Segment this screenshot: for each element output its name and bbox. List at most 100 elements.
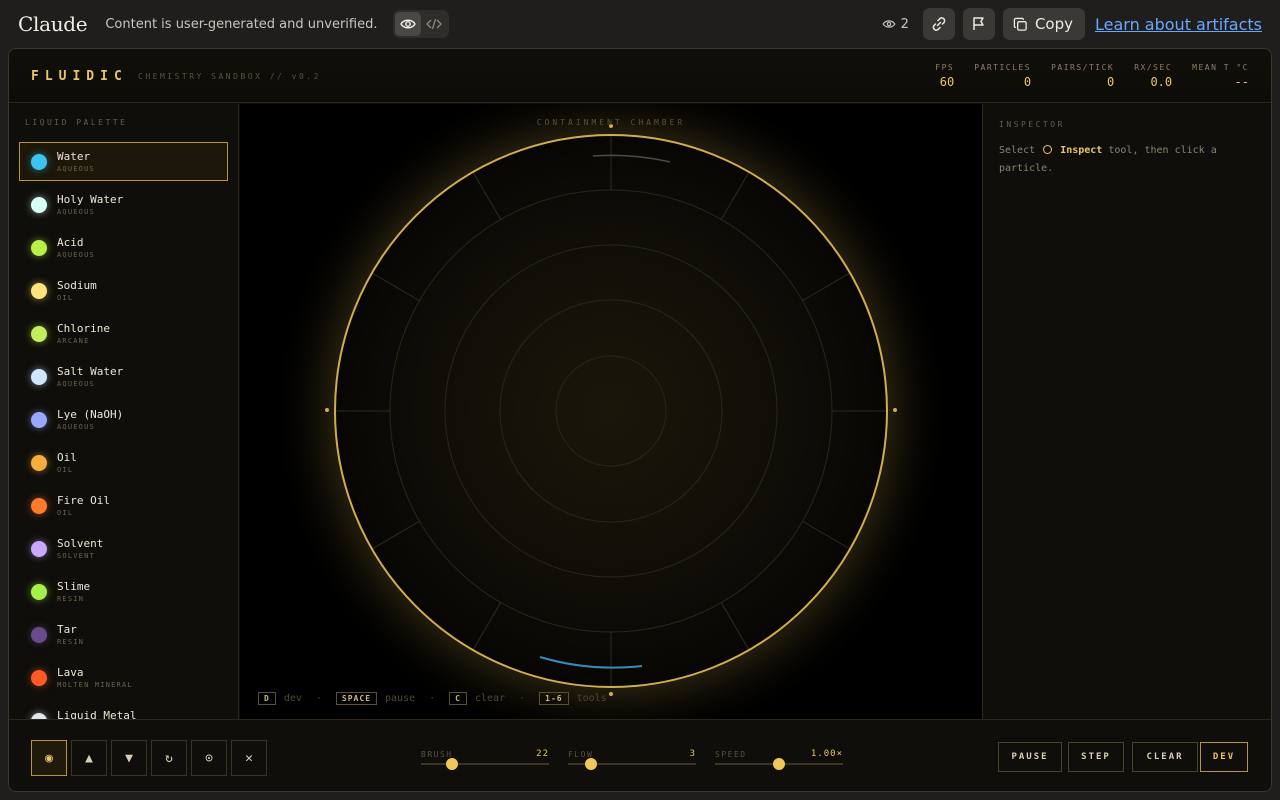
key-cap: SPACE: [335, 692, 378, 705]
liquid-name: Tar: [57, 623, 77, 636]
liquid-type: OIL: [57, 509, 74, 517]
stat-label: PAIRS/TICK: [1051, 63, 1115, 72]
slider-label: BRUSH: [421, 750, 453, 759]
liquid-color-swatch: [31, 455, 47, 471]
link-icon[interactable]: [922, 8, 955, 40]
liquid-item-0[interactable]: Water AQUEOUS: [19, 142, 228, 181]
liquid-item-11[interactable]: Tar RESIN: [19, 615, 228, 654]
stat-value: 60: [939, 75, 955, 89]
liquid-name: Sodium: [57, 279, 97, 292]
slider-track[interactable]: [421, 763, 549, 765]
cool-icon[interactable]: ▼: [111, 740, 147, 776]
liquid-color-swatch: [31, 584, 47, 600]
stat-label: PARTICLES: [974, 63, 1032, 72]
stat-2: PAIRS/TICK 0: [1051, 63, 1114, 89]
slider-thumb[interactable]: [446, 758, 458, 770]
unverified-notice: Content is user-generated and unverified…: [105, 16, 378, 32]
stat-1: PARTICLES 0: [974, 63, 1031, 89]
pour-icon[interactable]: ◉: [31, 740, 67, 776]
liquid-name: Water: [57, 150, 91, 163]
views-eye-icon: [882, 20, 896, 28]
slider-value: 22: [536, 749, 549, 759]
liquid-item-12[interactable]: Lava MOLTEN MINERAL: [19, 658, 228, 697]
stat-4: MEAN T °C --: [1192, 63, 1249, 89]
stat-3: RX/SEC 0.0: [1134, 63, 1172, 89]
slider-value: 1.00×: [810, 749, 843, 759]
liquid-type: OIL: [57, 294, 74, 302]
stat-value: 0: [1023, 75, 1032, 89]
liquid-color-swatch: [31, 283, 47, 299]
liquid-color-swatch: [31, 627, 47, 643]
stir-icon[interactable]: ↻: [151, 740, 187, 776]
containment-chamber[interactable]: CONTAINMENT CHAMBER Ddev · SPACE pause · Ccle…: [240, 104, 982, 719]
liquid-color-swatch: [31, 240, 47, 256]
slider-thumb[interactable]: [585, 758, 597, 770]
preview-eye-icon[interactable]: [395, 12, 422, 36]
key-cap: C: [449, 692, 467, 705]
step-button[interactable]: STEP: [1068, 742, 1124, 772]
liquid-name: Fire Oil: [57, 494, 110, 507]
code-view-icon[interactable]: [421, 12, 447, 36]
key-cap: 1-6: [539, 692, 569, 705]
hint-separator: ·: [429, 693, 436, 704]
stats-panel: FPS 60 PARTICLES 0 PAIRS/TICK 0 RX/SEC 0.0 MEAN …: [935, 63, 1249, 89]
liquid-item-13[interactable]: Liquid Metal: [19, 701, 228, 719]
palette-title: LIQUID PALETTE: [25, 118, 128, 127]
liquid-name: Chlorine: [57, 322, 110, 335]
bottom-toolbar: ◉ ▲ ▼ ↻ ⊙ ✕ BRUSH 22 FLOW 3 SPEED 1.00× PAUSE STEP C…: [9, 719, 1271, 791]
app-logo: FLUIDIC: [31, 69, 128, 84]
liquid-type: ARCANE: [57, 337, 90, 345]
liquid-color-swatch: [31, 498, 47, 514]
inspect-ring-icon: [1043, 145, 1053, 154]
liquid-item-8[interactable]: Fire Oil OIL: [19, 486, 228, 525]
liquid-item-7[interactable]: Oil OIL: [19, 443, 228, 482]
slider-label: SPEED: [715, 750, 747, 759]
liquid-type: AQUEOUS: [57, 251, 95, 259]
view-count: 2: [900, 16, 909, 32]
inspector-tool-name: Inspect: [1060, 145, 1103, 156]
hint-separator: ·: [519, 693, 526, 704]
chamber-title: CONTAINMENT CHAMBER: [536, 118, 686, 127]
flag-icon[interactable]: [962, 8, 995, 40]
inspect-icon[interactable]: ⊙: [191, 740, 227, 776]
heat-icon[interactable]: ▲: [71, 740, 107, 776]
dev-button[interactable]: DEV: [1200, 742, 1248, 772]
key-label: dev: [283, 693, 302, 704]
learn-artifacts-link[interactable]: Learn about artifacts: [1095, 15, 1262, 34]
pause-button[interactable]: PAUSE: [998, 742, 1062, 772]
clear-button[interactable]: CLEAR: [1132, 742, 1198, 772]
liquid-item-1[interactable]: Holy Water AQUEOUS: [19, 185, 228, 224]
liquid-item-5[interactable]: Salt Water AQUEOUS: [19, 357, 228, 396]
liquid-type: SOLVENT: [57, 552, 95, 560]
liquid-color-swatch: [31, 670, 47, 686]
key-label: pause: [385, 693, 416, 704]
stat-value: 0: [1107, 75, 1115, 89]
liquid-item-10[interactable]: Slime RESIN: [19, 572, 228, 611]
hint-separator: ·: [315, 693, 322, 704]
liquid-type: AQUEOUS: [57, 380, 95, 388]
liquid-color-swatch: [31, 412, 47, 428]
inspector-title: INSPECTOR: [999, 120, 1065, 129]
erase-icon[interactable]: ✕: [231, 740, 267, 776]
liquid-type: AQUEOUS: [57, 208, 95, 216]
liquid-name: Lava: [57, 666, 84, 679]
copy-button[interactable]: Copy: [1002, 8, 1085, 40]
liquid-item-6[interactable]: Lye (NaOH) AQUEOUS: [19, 400, 228, 439]
liquid-item-9[interactable]: Solvent SOLVENT: [19, 529, 228, 568]
key-label: clear: [474, 693, 506, 704]
chamber-canvas[interactable]: [240, 104, 982, 719]
liquid-item-4[interactable]: Chlorine ARCANE: [19, 314, 228, 353]
liquid-item-3[interactable]: Sodium OIL: [19, 271, 228, 310]
slider-thumb[interactable]: [773, 758, 785, 770]
liquid-type: AQUEOUS: [57, 423, 95, 431]
liquid-name: Solvent: [57, 537, 104, 550]
liquid-type: MOLTEN MINERAL: [57, 681, 133, 689]
brand-logo[interactable]: Claude: [18, 12, 88, 36]
liquid-type: OIL: [57, 466, 74, 474]
liquid-item-2[interactable]: Acid AQUEOUS: [19, 228, 228, 267]
app-subtitle: CHEMISTRY SANDBOX // v0.2: [138, 72, 321, 81]
app-header: FLUIDIC CHEMISTRY SANDBOX // v0.2 FPS 60 P…: [9, 49, 1271, 103]
stat-value: 0.0: [1150, 75, 1173, 89]
stat-label: FPS: [935, 63, 955, 72]
liquid-color-swatch: [31, 154, 47, 170]
